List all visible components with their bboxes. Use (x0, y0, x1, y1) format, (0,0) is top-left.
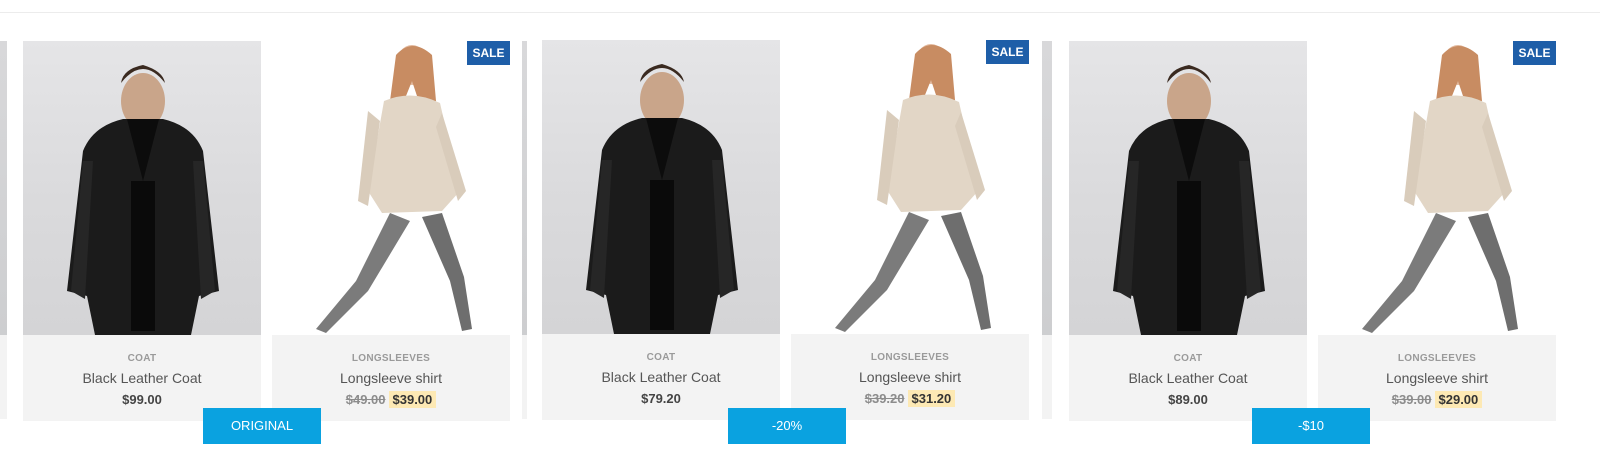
product-image-shirt[interactable]: SALE (791, 40, 1029, 334)
carousel-peek-divider-info (522, 335, 527, 419)
product-name[interactable]: Longsleeve shirt (791, 369, 1029, 386)
product-image-shirt[interactable]: SALE (1318, 41, 1556, 335)
product-image-coat[interactable] (1069, 41, 1307, 335)
carousel-peek-divider (1042, 41, 1052, 335)
product-name[interactable]: Black Leather Coat (23, 370, 261, 387)
product-image-coat[interactable] (23, 41, 261, 335)
product-name[interactable]: Black Leather Coat (542, 369, 780, 386)
man-coat-illustration (1113, 65, 1265, 335)
pricing-label-percent[interactable]: -20% (728, 408, 846, 444)
product-image-shirt[interactable]: SALE (272, 41, 510, 335)
product-card-coat[interactable]: COAT Black Leather Coat $89.00 (1069, 41, 1307, 421)
woman-shirt-illustration (1362, 45, 1518, 333)
product-category: COAT (646, 352, 676, 363)
top-divider (0, 12, 1600, 13)
product-name[interactable]: Black Leather Coat (1069, 370, 1307, 387)
product-name[interactable]: Longsleeve shirt (1318, 370, 1556, 387)
sale-price: $31.20 (907, 390, 956, 407)
woman-shirt-illustration (316, 45, 472, 333)
product-category: COAT (127, 353, 157, 364)
product-price: $99.00 (122, 392, 162, 407)
product-card-shirt[interactable]: SALE LONGSLEEVES Longsleeve shirt $49.00… (272, 41, 510, 421)
man-coat-illustration (67, 65, 219, 335)
product-card-coat[interactable]: COAT Black Leather Coat $99.00 (23, 41, 261, 421)
product-card-shirt[interactable]: SALE LONGSLEEVES Longsleeve shirt $39.20… (791, 40, 1029, 420)
sale-badge: SALE (1513, 41, 1556, 65)
pricing-label-original[interactable]: ORIGINAL (203, 408, 321, 444)
sale-badge: SALE (467, 41, 510, 65)
product-price: $39.00 $29.00 (1318, 390, 1556, 409)
product-price: $39.20 $31.20 (791, 389, 1029, 408)
product-card-coat[interactable]: COAT Black Leather Coat $79.20 (542, 40, 780, 420)
product-category: COAT (1173, 353, 1203, 364)
product-category: LONGSLEEVES (1397, 353, 1477, 364)
man-coat-illustration (586, 64, 738, 334)
old-price: $39.20 (864, 391, 905, 406)
product-price: $89.00 (1168, 392, 1208, 407)
old-price: $49.00 (345, 392, 386, 407)
woman-shirt-illustration (835, 44, 991, 332)
sale-price: $29.00 (1434, 391, 1483, 408)
product-category: LONGSLEEVES (870, 352, 950, 363)
product-name[interactable]: Longsleeve shirt (272, 370, 510, 387)
carousel-peek-divider (522, 41, 527, 335)
sale-badge: SALE (986, 40, 1029, 64)
pricing-label-fixed[interactable]: -$10 (1252, 408, 1370, 444)
product-image-coat[interactable] (542, 40, 780, 334)
sale-price: $39.00 (388, 391, 437, 408)
product-price: $49.00 $39.00 (272, 390, 510, 409)
product-category: LONGSLEEVES (351, 353, 431, 364)
carousel-peek-divider-info (1042, 335, 1052, 419)
product-price: $79.20 (641, 391, 681, 406)
carousel-peek-left (0, 41, 7, 335)
product-card-shirt[interactable]: SALE LONGSLEEVES Longsleeve shirt $39.00… (1318, 41, 1556, 421)
carousel-peek-left-info (0, 335, 7, 419)
old-price: $39.00 (1391, 392, 1432, 407)
